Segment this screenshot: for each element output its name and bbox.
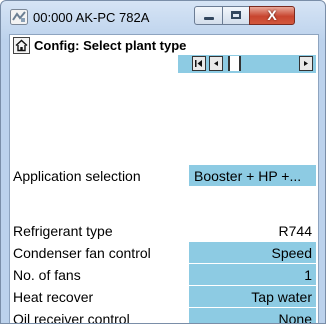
no-of-fans-value[interactable]: 1	[189, 264, 316, 285]
home-button[interactable]	[13, 37, 30, 54]
close-icon: X	[267, 7, 277, 23]
condenser-fan-control-value[interactable]: Speed	[189, 242, 316, 263]
window-title: 00:000 AK-PC 782A	[33, 10, 150, 25]
page-navigation-bar	[178, 55, 316, 73]
application-selection-value[interactable]: Booster + HP +...	[189, 165, 316, 186]
first-page-button[interactable]	[192, 56, 206, 71]
oil-receiver-control-row: Oil receiver control None	[10, 308, 318, 324]
heat-recover-row: Heat recover Tap water	[10, 286, 318, 307]
refrigerant-type-label: Refrigerant type	[13, 223, 113, 239]
next-page-button[interactable]	[299, 56, 313, 71]
minimize-icon	[204, 17, 214, 20]
heat-recover-value[interactable]: Tap water	[189, 286, 316, 307]
title-bar[interactable]: 00:000 AK-PC 782A X	[1, 1, 325, 35]
condenser-fan-control-row: Condenser fan control Speed	[10, 242, 318, 263]
oil-receiver-control-label: Oil receiver control	[13, 311, 130, 324]
content-panel: Config: Select plant type Application se…	[9, 34, 319, 324]
minimize-button[interactable]	[194, 6, 223, 25]
close-button[interactable]: X	[249, 6, 295, 25]
no-of-fans-row: No. of fans 1	[10, 264, 318, 285]
refrigerant-type-row: Refrigerant type R744	[10, 220, 318, 241]
maximize-button[interactable]	[222, 6, 250, 25]
no-of-fans-label: No. of fans	[13, 267, 81, 283]
page-title: Config: Select plant type	[34, 38, 187, 53]
oil-receiver-control-value[interactable]: None	[189, 308, 316, 323]
heat-recover-label: Heat recover	[13, 289, 94, 305]
refrigerant-type-value: R744	[278, 223, 312, 239]
previous-page-button[interactable]	[209, 56, 223, 71]
application-selection-label: Application selection	[13, 168, 141, 184]
maximize-icon	[231, 11, 241, 19]
first-page-icon	[195, 60, 202, 67]
condenser-fan-control-label: Condenser fan control	[13, 245, 151, 261]
app-window: 00:000 AK-PC 782A X Config: Select plant…	[0, 0, 326, 324]
home-icon	[15, 39, 28, 52]
page-position-indicator[interactable]	[228, 56, 241, 71]
application-selection-row: Application selection Booster + HP +...	[10, 165, 318, 186]
next-page-icon	[304, 61, 308, 66]
ak-pc-app-icon	[10, 9, 28, 25]
previous-page-icon	[214, 61, 218, 66]
